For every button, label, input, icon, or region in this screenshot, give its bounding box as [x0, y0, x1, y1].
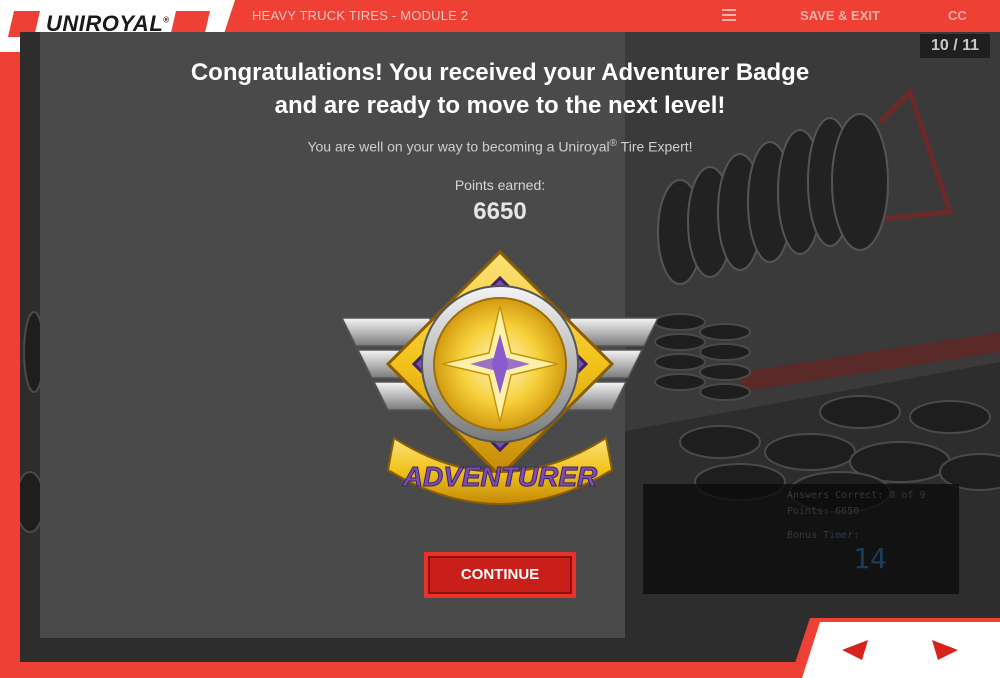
score-points-text: Points: 6650 [787, 506, 860, 517]
bonus-timer-value: 14 [853, 542, 887, 575]
save-exit-button[interactable]: SAVE & EXIT [800, 8, 880, 23]
headline-line-2: and are ready to move to the next level! [274, 92, 726, 119]
closed-captions-button[interactable]: CC [948, 8, 967, 23]
previous-arrow-icon[interactable] [840, 638, 870, 662]
module-title: HEAVY TRUCK TIRES - MODULE 2 [252, 8, 469, 23]
adventurer-badge: ADVENTURER [340, 249, 660, 505]
answers-correct-text: Answers Correct: 8 of 9 [787, 490, 926, 501]
score-overlay: Answers Correct: 8 of 9 Points: 6650 Bon… [643, 484, 959, 594]
top-bar: UNIROYAL® HEAVY TRUCK TIRES - MODULE 2 S… [0, 0, 1000, 52]
page-counter: 10 / 11 [920, 34, 990, 58]
headline: Congratulations! You received your Adven… [0, 56, 1000, 122]
headline-line-1: Congratulations! You received your Adven… [190, 59, 810, 86]
next-arrow-icon[interactable] [930, 638, 960, 662]
points-earned-label: Points earned: [454, 177, 546, 193]
bonus-timer-label: Bonus Timer: [787, 530, 860, 541]
hamburger-menu-icon[interactable] [722, 9, 736, 21]
subheadline: You are well on your way to becoming a U… [307, 138, 693, 155]
continue-button[interactable]: CONTINUE [424, 552, 576, 598]
badge-label: ADVENTURER [402, 461, 598, 492]
nav-corner [790, 618, 1000, 678]
points-earned-value: 6650 [473, 198, 527, 225]
